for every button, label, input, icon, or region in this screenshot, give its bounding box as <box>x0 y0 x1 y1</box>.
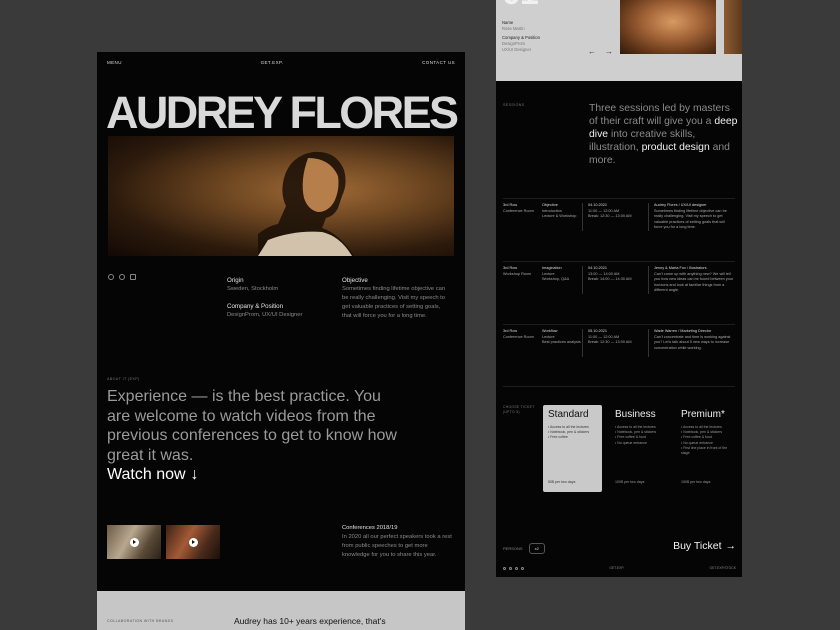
next-speaker-photo <box>724 0 742 54</box>
company-value: DesignProm, UX/UI Designer <box>227 312 303 318</box>
room-label: Conference Room <box>503 334 534 339</box>
speaker-carousel: 01 Name Rose Martin Company & Position D… <box>496 0 742 81</box>
collaboration-section: COLLABORATION WITH BRANDS Audrey has 10+… <box>97 591 465 630</box>
buy-ticket-button[interactable]: Buy Ticket → <box>673 540 736 552</box>
ticket-business[interactable]: Business Access to all the lectures Note… <box>610 405 669 492</box>
schedule-row: 3rd Row Conference Room Workflow Lecture Be… <box>503 324 735 384</box>
play-icon[interactable] <box>129 537 139 547</box>
topic-line: Lecture & Workshop <box>542 214 577 219</box>
buy-ticket-label: Buy Ticket <box>673 540 722 552</box>
facebook-icon[interactable] <box>108 274 114 280</box>
divider <box>648 203 649 231</box>
conferences-label: Conferences 2018/19 <box>342 525 398 531</box>
origin-label: Origin <box>227 277 244 284</box>
experience-text: Experience — is the best practice. You a… <box>107 388 397 464</box>
objective-label: Objective <box>342 277 368 284</box>
persons-quantity[interactable]: x2 <box>528 543 545 554</box>
footer-logo[interactable]: GET.EXP. <box>609 566 624 570</box>
persons-label: PERSONS <box>503 546 523 551</box>
divider <box>582 266 583 294</box>
sessions-caption: SESSIONS <box>503 103 525 107</box>
ticket-price: 150$ per two days <box>681 480 711 484</box>
ticket-feature: No queue entrance <box>615 441 664 446</box>
divider <box>503 386 735 387</box>
video-thumbnail[interactable] <box>107 525 161 559</box>
schedule-row: 3rd Row Workshop Room Imagination Lecture W… <box>503 261 735 321</box>
behance-icon[interactable] <box>130 274 136 280</box>
behance-icon[interactable] <box>521 566 524 570</box>
session-description: Can't come up with anything new? We will… <box>654 271 734 293</box>
carousel-arrows: ← → <box>588 47 613 56</box>
footer: GET.EXP. GET.EXP.STOCK <box>503 566 736 570</box>
session-description: Sometimes finding lifetime objective can… <box>654 208 727 230</box>
menu-link[interactable]: MENU <box>107 60 122 65</box>
ticket-standard[interactable]: Standard Access to all the lectures Note… <box>543 405 602 492</box>
room-label: Workshop Room <box>503 271 532 276</box>
tickets-caption-line: (UPTO 5) <box>503 410 520 414</box>
schedule-row: 3rd Row Conference Room Objective Introduc… <box>503 198 735 258</box>
logo-link[interactable]: GET.EXP. <box>261 60 284 65</box>
arrow-right-icon: → <box>725 540 737 552</box>
watch-now-link[interactable]: Watch now ↓ <box>107 466 199 484</box>
landing-page-artboard: MENU GET.EXP. CONTACT US AUDREY FLORES O… <box>97 52 465 630</box>
ticket-premium[interactable]: Premium* Access to all the lectures Note… <box>676 405 735 492</box>
hero-title: AUDREY FLORES <box>106 87 459 138</box>
play-icon[interactable] <box>188 537 198 547</box>
divider <box>582 203 583 231</box>
arrow-down-icon: ↓ <box>190 466 199 483</box>
divider <box>582 329 583 357</box>
sessions-text: Three sessions led by masters of their c… <box>589 103 730 127</box>
origin-value: Sweden, Stockholm <box>227 286 279 292</box>
about-caption: ABOUT IT (EXP) <box>107 377 140 381</box>
break-time: Break: 12:30 — 13:00 AM <box>588 214 632 219</box>
collab-quote: Audrey has 10+ years experience, that's <box>234 616 386 626</box>
objective-text: Sometimes finding lifetime objective can… <box>342 286 446 319</box>
ticket-name: Business <box>615 409 656 420</box>
room-label: Conference Room <box>503 208 534 213</box>
sessions-highlight: product design <box>641 142 710 153</box>
ticket-feature: Free coffee <box>548 435 597 440</box>
collab-caption: COLLABORATION WITH BRANDS <box>107 619 174 623</box>
speaker-details: Origin Sweden, Stockholm Company & Posit… <box>227 276 327 320</box>
social-links <box>108 274 136 280</box>
break-time: Break: 14:00 — 14:30 AM <box>588 277 632 282</box>
instagram-icon[interactable] <box>515 566 518 570</box>
break-time: Break: 12:30 — 13:00 AM <box>588 340 632 345</box>
facebook-icon[interactable] <box>503 566 506 570</box>
divider <box>648 329 649 357</box>
objective-block: Objective Sometimes finding lifetime obj… <box>342 276 446 321</box>
sessions-intro: Three sessions led by masters of their c… <box>589 102 739 167</box>
conferences-block: Conferences 2018/19 In 2020 all our perf… <box>342 524 452 560</box>
watch-now-label: Watch now <box>107 466 186 483</box>
company-label: Company & Position <box>227 303 284 310</box>
slide-number: 01 <box>502 0 539 13</box>
session-description: Can't concentrate and time is working ag… <box>654 334 731 350</box>
ticket-price: 100$ per two days <box>615 480 645 484</box>
arrow-left-icon[interactable]: ← <box>588 47 596 56</box>
persons-selector: PERSONS x2 <box>503 543 545 554</box>
speaker-photo <box>620 0 716 54</box>
arrow-right-icon[interactable]: → <box>605 47 613 56</box>
ticket-feature: First line place in front of the stage <box>681 446 730 456</box>
position-value: UX/UI Designer <box>502 47 532 52</box>
top-nav: MENU GET.EXP. CONTACT US <box>107 60 455 65</box>
dribbble-icon[interactable] <box>119 274 125 280</box>
dribbble-icon[interactable] <box>509 566 512 570</box>
speaker-portrait <box>108 136 454 256</box>
slide-details: Name Rose Martin Company & Position Desi… <box>502 20 540 53</box>
topic-line: Workshop, Q&A <box>542 277 570 282</box>
topic-line: Best practices analysis <box>542 340 581 345</box>
divider <box>648 266 649 294</box>
footer-right-link[interactable]: GET.EXP.STOCK <box>710 566 736 570</box>
video-thumbnail[interactable] <box>166 525 220 559</box>
conferences-text: In 2020 all our perfect speakers took a … <box>342 534 452 558</box>
ticket-price: 50$ per two days <box>548 480 576 484</box>
schedule-artboard: SESSIONS Three sessions led by masters o… <box>496 81 742 577</box>
contact-link[interactable]: CONTACT US <box>422 60 455 65</box>
social-links <box>503 566 524 570</box>
star-icon: * <box>721 409 725 420</box>
tickets-caption: CHOOSE TICKET (UPTO 5) <box>503 405 535 415</box>
ticket-name: Premium <box>681 409 722 420</box>
ticket-name: Standard <box>548 409 589 420</box>
